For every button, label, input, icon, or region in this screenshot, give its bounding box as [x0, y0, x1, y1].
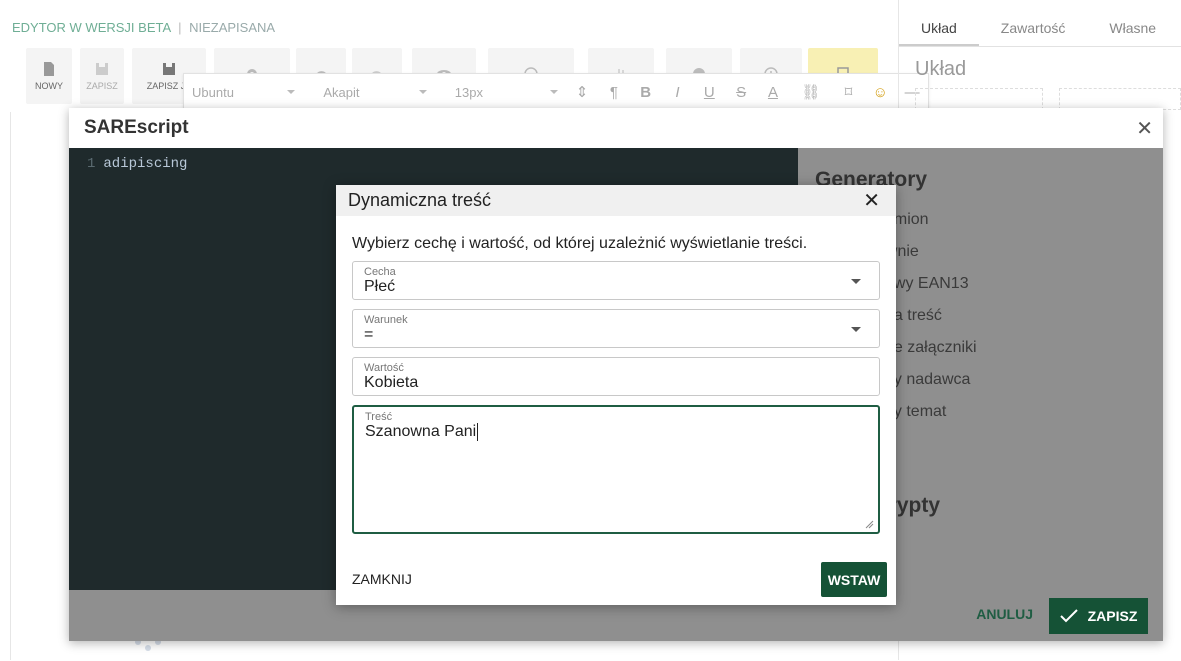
resize-handle-icon[interactable]: [865, 520, 874, 529]
text-cursor: [477, 423, 479, 441]
field-label: Wartość: [364, 362, 404, 374]
code-line: 1 adipiscing: [87, 156, 187, 172]
field-value: Szanowna Pani: [365, 423, 479, 441]
close-button[interactable]: ZAMKNIJ: [352, 571, 412, 587]
dialog-title: Dynamiczna treść: [348, 190, 492, 210]
field-label: Warunek: [364, 314, 408, 326]
modal-overlay: SAREscript ✕ 1 adipiscing Generatory a im…: [0, 0, 1181, 660]
chevron-down-icon: [851, 327, 861, 332]
field-value: Płeć: [364, 278, 396, 295]
chevron-down-icon: [851, 279, 861, 284]
value-input[interactable]: Wartość Kobieta: [352, 357, 880, 396]
field-value: Kobieta: [364, 374, 419, 391]
insert-button[interactable]: WSTAW: [821, 562, 887, 597]
dynamic-content-dialog: Dynamiczna treść ✕ Wybierz cechę i warto…: [336, 185, 896, 605]
sarescript-title: SAREscript: [84, 117, 189, 138]
dialog-description: Wybierz cechę i wartość, od której uzale…: [352, 235, 808, 252]
line-number: 1: [87, 156, 96, 172]
field-label: Cecha: [364, 266, 396, 278]
save-script-button[interactable]: ZAPISZ: [1049, 598, 1148, 634]
feature-select[interactable]: Cecha Płeć: [352, 261, 880, 300]
cancel-button[interactable]: ANULUJ: [976, 606, 1033, 622]
field-value: =: [364, 326, 374, 343]
content-textarea[interactable]: Treść Szanowna Pani: [352, 405, 880, 534]
close-icon[interactable]: ✕: [1136, 116, 1153, 141]
dialog-header: Dynamiczna treść ✕: [336, 185, 896, 216]
code-text: adipiscing: [103, 156, 188, 172]
checkmark-icon: [1059, 609, 1078, 623]
sarescript-header: SAREscript ✕: [69, 108, 1163, 149]
field-label: Treść: [365, 411, 393, 423]
close-icon[interactable]: ✕: [863, 188, 880, 213]
condition-select[interactable]: Warunek =: [352, 309, 880, 348]
